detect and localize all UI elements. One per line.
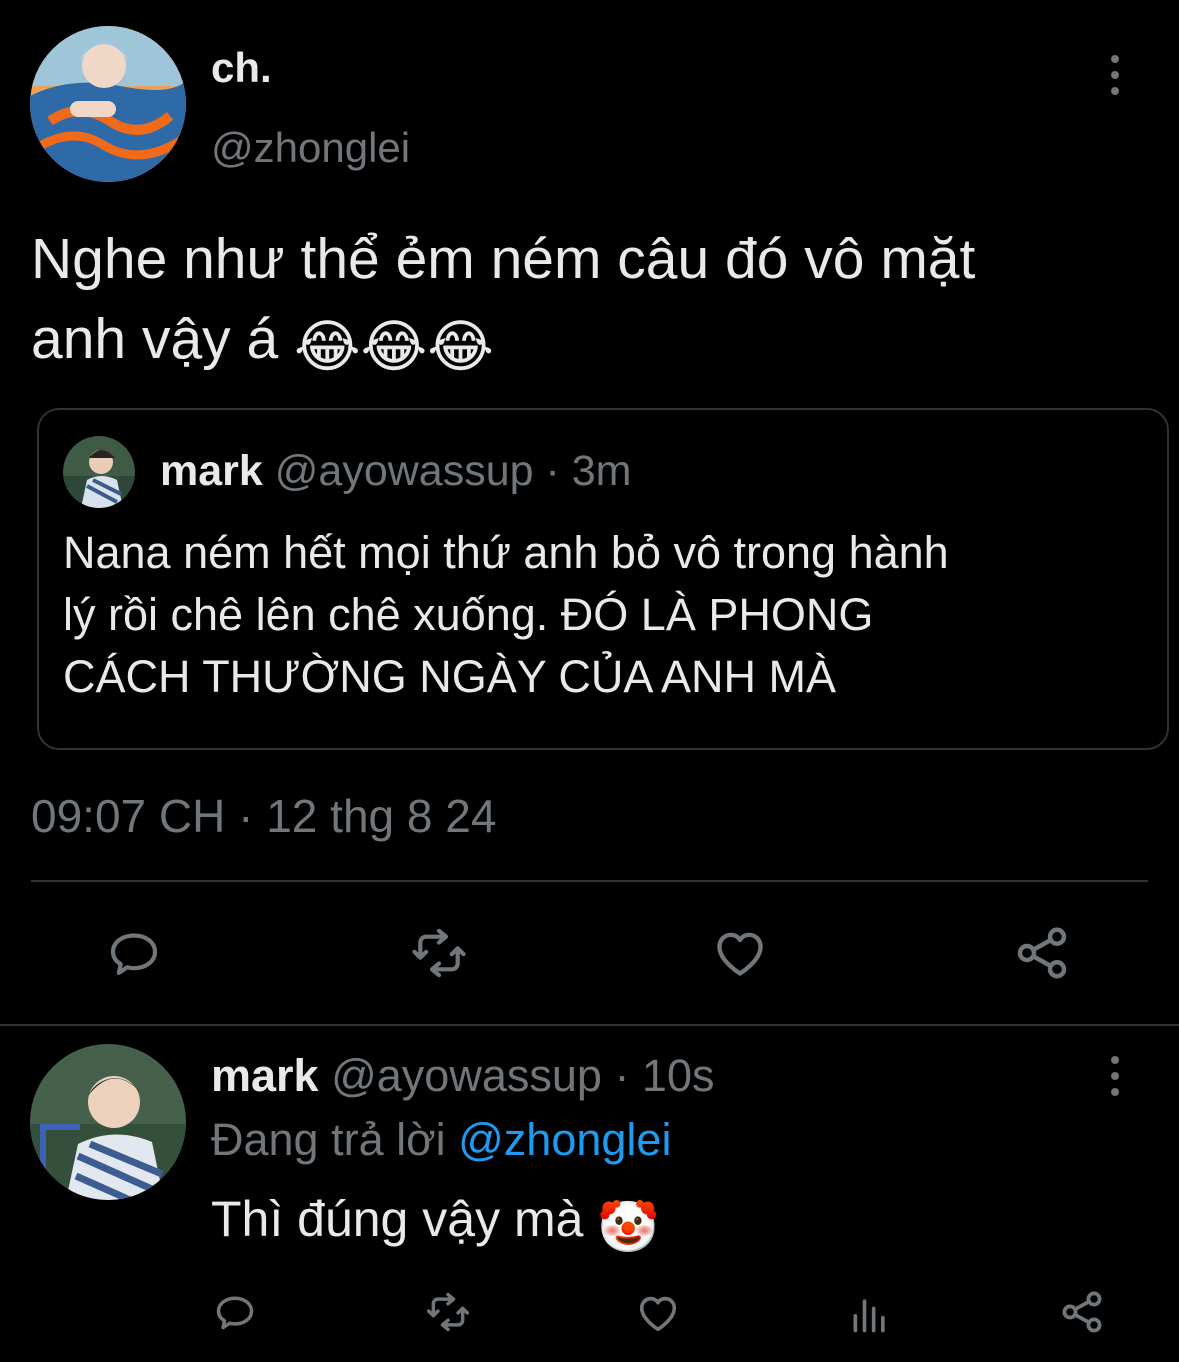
replying-to-prefix: Đang trả lời <box>211 1114 446 1165</box>
quoted-author-avatar <box>63 436 135 508</box>
divider <box>31 880 1148 882</box>
quoted-author-handle: @ayowassup <box>274 447 534 495</box>
analytics-icon[interactable] <box>848 1292 892 1336</box>
tweet-timestamp[interactable]: 09:07 CH · 12 thg 8 24 <box>31 789 496 843</box>
reply-text-words: Thì đúng vậy mà <box>211 1191 584 1247</box>
share-icon[interactable] <box>1058 1288 1106 1336</box>
tweet-text-line-1: Nghe như thể ẻm ném câu đó vô mặt <box>31 227 976 291</box>
heart-icon[interactable] <box>710 924 770 982</box>
tweet-text-line-2: anh vậy á 😂😂😂 <box>31 306 494 380</box>
reply-author-handle[interactable]: @ayowassup <box>331 1050 602 1101</box>
retweet-icon[interactable] <box>407 925 471 981</box>
replying-to-line: Đang trả lời @zhonglei <box>211 1114 671 1166</box>
author-handle[interactable]: @zhonglei <box>211 124 410 172</box>
tears-of-joy-emoji: 😂 <box>360 315 428 379</box>
tears-of-joy-emoji: 😂 <box>427 315 494 379</box>
author-display-name[interactable]: ch. <box>211 44 272 92</box>
reply-header: mark @ayowassup · 10s <box>211 1050 714 1102</box>
quoted-tweet-header: mark @ayowassup · 3m <box>160 447 631 496</box>
quoted-author-name: mark <box>160 447 263 495</box>
reply-author-name[interactable]: mark <box>211 1050 319 1101</box>
tears-of-joy-emoji: 😂 <box>294 315 361 379</box>
quoted-tweet-line-1: Nana ném hết mọi thứ anh bỏ vô trong hàn… <box>63 527 949 578</box>
quoted-tweet-line-3: CÁCH THƯỜNG NGÀY CỦA ANH MÀ <box>63 651 836 702</box>
clown-face-emoji: 🤡 <box>597 1199 660 1255</box>
more-options-icon[interactable] <box>1103 1056 1127 1096</box>
reply-text: Thì đúng vậy mà 🤡 <box>211 1190 660 1257</box>
share-icon[interactable] <box>1012 923 1072 983</box>
more-options-icon[interactable] <box>1103 55 1127 95</box>
reply-icon[interactable] <box>104 925 164 981</box>
quoted-tweet-line-2: lý rồi chê lên chê xuống. ĐÓ LÀ PHONG <box>63 589 874 640</box>
reply-time[interactable]: · 10s <box>614 1050 714 1101</box>
author-avatar[interactable] <box>30 26 186 182</box>
heart-icon[interactable] <box>634 1290 682 1336</box>
replying-to-mention-link[interactable]: @zhonglei <box>458 1114 671 1165</box>
reply-icon[interactable] <box>212 1290 258 1334</box>
tweet-detail-page: ch. @zhonglei Nghe như thể ẻm ném câu đó… <box>0 0 1179 1362</box>
tweet-text-line-2-words: anh vậy á <box>31 307 279 371</box>
quoted-tweet-time: · 3m <box>545 447 632 495</box>
retweet-icon[interactable] <box>422 1290 474 1334</box>
divider <box>0 1024 1179 1026</box>
reply-author-avatar[interactable] <box>30 1044 186 1200</box>
